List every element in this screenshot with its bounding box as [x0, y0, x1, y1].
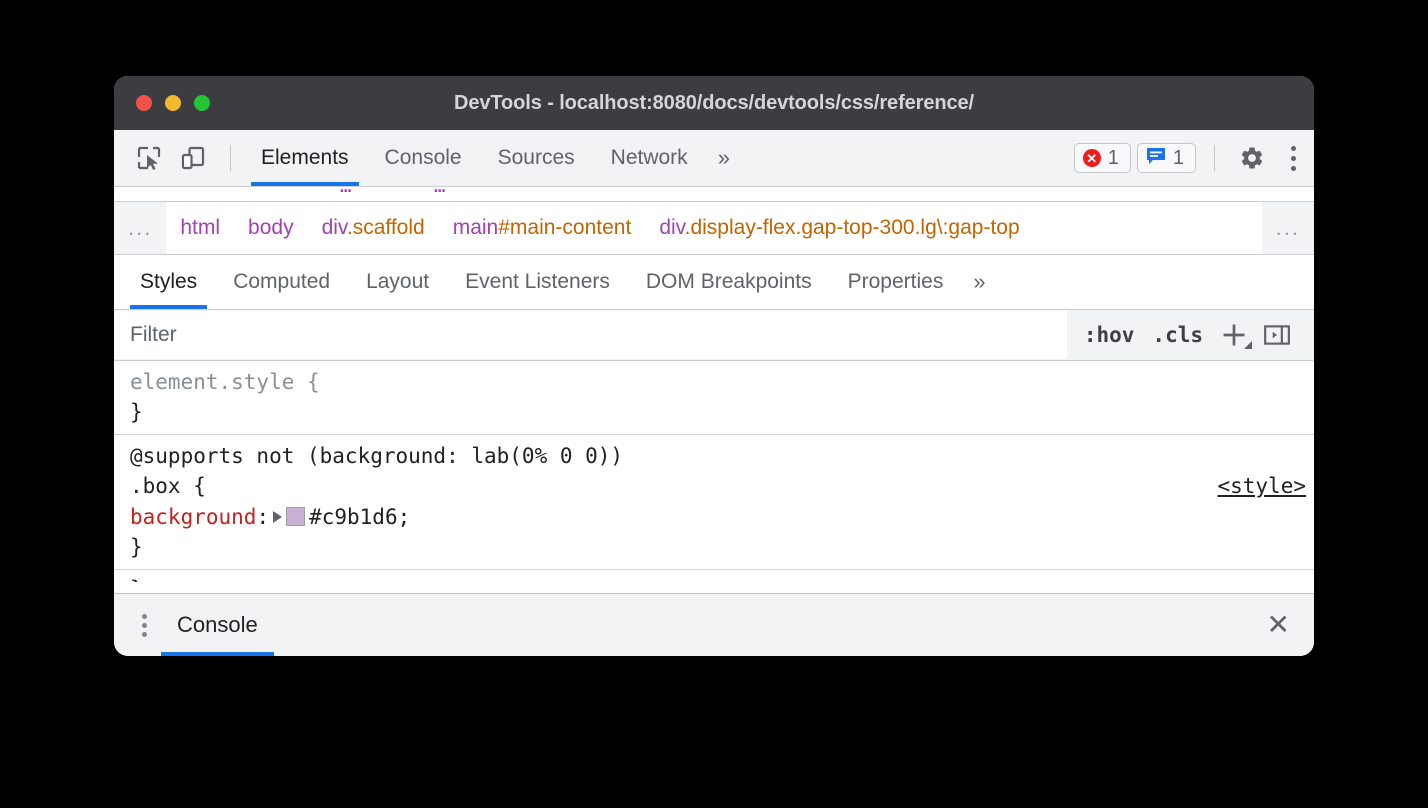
toolbar-right-cluster: ✕ 1 1	[1074, 141, 1304, 175]
error-count: 1	[1108, 147, 1119, 170]
pane-tab-event-listeners-label: Event Listeners	[465, 270, 610, 294]
drawer-tab-console[interactable]: Console	[161, 594, 274, 656]
traffic-light-buttons	[114, 95, 210, 111]
pane-tab-computed-label: Computed	[233, 270, 330, 294]
message-count-badge[interactable]: 1	[1137, 143, 1196, 173]
breadcrumb-overflow-right[interactable]: ...	[1262, 202, 1314, 254]
window-title: DevTools - localhost:8080/docs/devtools/…	[114, 92, 1314, 115]
drawer-kebab-menu-icon[interactable]	[128, 614, 161, 637]
color-swatch[interactable]	[286, 507, 305, 526]
dom-sliver-fragment-2: …	[434, 187, 445, 197]
tab-network-label: Network	[611, 146, 688, 170]
pane-tab-properties-label: Properties	[848, 270, 944, 294]
message-icon	[1146, 146, 1166, 171]
more-pane-tabs-chevron-icon[interactable]: »	[961, 269, 997, 295]
declaration-semicolon: ;	[398, 505, 411, 529]
more-panels-chevron-icon[interactable]: »	[706, 145, 742, 171]
pane-tab-layout-label: Layout	[366, 270, 429, 294]
breadcrumb-item-main-content[interactable]: main#main-content	[439, 216, 646, 240]
element-classes-button[interactable]: .cls	[1145, 319, 1210, 351]
new-style-rule-button[interactable]	[1214, 318, 1254, 352]
tab-console[interactable]: Console	[367, 130, 480, 186]
styles-pane-tab-list: Styles Computed Layout Event Listeners D…	[114, 255, 1314, 310]
breadcrumb-item-div-display-flex[interactable]: div.display-flex.gap-top-300.lg\:gap-top	[645, 216, 1033, 240]
window-titlebar: DevTools - localhost:8080/docs/devtools/…	[114, 76, 1314, 130]
tab-sources-label: Sources	[498, 146, 575, 170]
breadcrumb-tag: body	[248, 216, 294, 239]
toolbar-divider	[230, 145, 231, 171]
declaration-colon: :	[256, 505, 269, 529]
pane-tab-layout[interactable]: Layout	[348, 255, 447, 309]
pane-tab-styles-label: Styles	[140, 270, 197, 294]
breadcrumb-tag: div	[659, 216, 684, 239]
pane-tab-computed[interactable]: Computed	[215, 255, 348, 309]
declaration-background[interactable]: background: #c9b1d6;	[122, 502, 1314, 532]
next-rule-partial: }	[114, 574, 1314, 582]
dom-tree-sliver[interactable]: … …	[114, 187, 1314, 202]
inspect-element-icon[interactable]	[130, 141, 168, 175]
tab-elements-label: Elements	[261, 146, 349, 170]
devtools-main-toolbar: Elements Console Sources Network » ✕ 1	[114, 130, 1314, 187]
styles-rules-pane[interactable]: element.style { } @supports not (backgro…	[114, 361, 1314, 582]
rule-at-supports: @supports not (background: lab(0% 0 0))	[122, 441, 1314, 471]
tab-elements[interactable]: Elements	[243, 130, 367, 186]
toggle-sidebar-icon[interactable]	[1258, 318, 1296, 352]
console-drawer: Console ✕	[114, 593, 1314, 656]
breadcrumb-tag: main	[453, 216, 499, 239]
hover-state-button[interactable]: :hov	[1077, 319, 1142, 351]
dom-sliver-fragment-1: …	[340, 187, 351, 197]
toolbar-divider-2	[1214, 145, 1215, 171]
close-icon[interactable]: ✕	[1261, 611, 1296, 639]
styles-filter-toolbar: :hov .cls	[114, 310, 1314, 361]
breadcrumb-class: .display-flex.gap-top-300.lg\:gap-top	[685, 216, 1020, 239]
breadcrumb: ... html body div.scaffold main#main-con…	[114, 202, 1314, 255]
tab-console-label: Console	[385, 146, 462, 170]
kebab-menu-icon[interactable]	[1283, 146, 1304, 171]
pane-tab-dom-breakpoints-label: DOM Breakpoints	[646, 270, 812, 294]
rule-selector[interactable]: element.style {	[122, 367, 1314, 397]
breadcrumb-class: #main-content	[498, 216, 631, 239]
breadcrumb-item-html[interactable]: html	[166, 216, 234, 240]
filter-toolbar-actions: :hov .cls	[1067, 310, 1314, 360]
rule-close-brace: }	[122, 532, 1314, 562]
screenshot-root: DevTools - localhost:8080/docs/devtools/…	[0, 0, 1428, 808]
pane-tab-dom-breakpoints[interactable]: DOM Breakpoints	[628, 255, 830, 309]
minimize-window-button[interactable]	[165, 95, 181, 111]
breadcrumb-tag: html	[180, 216, 220, 239]
tab-sources[interactable]: Sources	[480, 130, 593, 186]
close-window-button[interactable]	[136, 95, 152, 111]
filter-input[interactable]	[114, 311, 1067, 359]
breadcrumb-class: .scaffold	[347, 216, 425, 239]
message-count: 1	[1173, 147, 1184, 170]
pane-tab-properties[interactable]: Properties	[830, 255, 962, 309]
maximize-window-button[interactable]	[194, 95, 210, 111]
error-icon: ✕	[1083, 149, 1101, 167]
style-rule-box[interactable]: @supports not (background: lab(0% 0 0)) …	[114, 434, 1314, 569]
style-rule-element-style[interactable]: element.style { }	[114, 361, 1314, 434]
rule-selector[interactable]: .box {	[122, 471, 1314, 501]
devtools-window: DevTools - localhost:8080/docs/devtools/…	[114, 76, 1314, 656]
breadcrumb-item-body[interactable]: body	[234, 216, 308, 240]
expand-shorthand-icon[interactable]	[273, 511, 282, 523]
breadcrumb-item-div-scaffold[interactable]: div.scaffold	[308, 216, 439, 240]
breadcrumb-overflow-left[interactable]: ...	[114, 202, 166, 254]
pane-tab-styles[interactable]: Styles	[122, 255, 215, 309]
drawer-tab-console-label: Console	[177, 612, 258, 638]
rule-close-brace: }	[122, 397, 1314, 427]
new-style-rule-dropdown-arrow-icon[interactable]	[1244, 341, 1252, 349]
gear-icon[interactable]	[1233, 141, 1271, 175]
declaration-property-name[interactable]: background	[130, 505, 256, 529]
tab-network[interactable]: Network	[593, 130, 706, 186]
pane-tab-event-listeners[interactable]: Event Listeners	[447, 255, 628, 309]
panel-tab-list: Elements Console Sources Network »	[243, 130, 742, 186]
style-origin-link[interactable]: <style>	[1217, 471, 1306, 501]
declaration-value[interactable]: #c9b1d6	[309, 505, 398, 529]
device-toolbar-icon[interactable]	[174, 141, 212, 175]
error-count-badge[interactable]: ✕ 1	[1074, 143, 1131, 173]
breadcrumb-tag: div	[322, 216, 347, 239]
